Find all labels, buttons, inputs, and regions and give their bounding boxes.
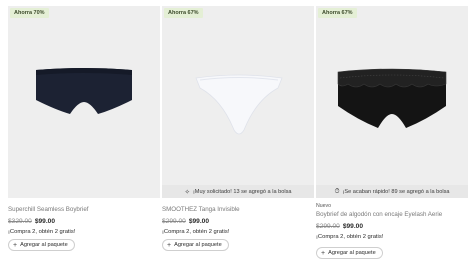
add-to-bundle-label: Agregar al paquete xyxy=(328,250,376,256)
product-title[interactable]: Superchill Seamless Boybrief xyxy=(8,206,160,214)
add-to-bundle-button[interactable]: + Agregar al paquete xyxy=(162,239,229,251)
add-to-bundle-button[interactable]: + Agregar al paquete xyxy=(316,247,383,259)
sale-price: $99.00 xyxy=(34,218,56,225)
new-tag: Nuevo xyxy=(316,203,331,209)
price-row: $329.00 $99.00 xyxy=(8,218,160,225)
product-info: Nuevo Boybrief de algodón con encaje Eye… xyxy=(316,203,468,240)
price-row: $299.00 $99.00 xyxy=(316,223,468,230)
plus-icon: + xyxy=(321,249,326,257)
product-card[interactable]: Ahorra 67% ✧ ¡Muy solicitado! 13 se agre… xyxy=(162,0,314,265)
thong-image xyxy=(195,74,283,135)
product-grid: Ahorra 70% Superchill Seamless Boybrief … xyxy=(0,0,475,265)
urgency-banner: ⏱ ¡Se acaban rápido! 89 se agregó a la b… xyxy=(316,185,468,198)
product-image[interactable]: Ahorra 67% ✧ ¡Muy solicitado! 13 se agre… xyxy=(162,6,314,198)
product-image[interactable]: Ahorra 70% xyxy=(8,6,160,198)
product-info: SMOOTHEZ Tanga Invisible $299.00 $99.00 ¡… xyxy=(162,206,314,235)
original-price: $329.00 xyxy=(8,218,32,225)
add-to-bundle-button[interactable]: + Agregar al paquete xyxy=(8,239,75,251)
product-card[interactable]: Ahorra 67% ⏱ ¡Se acaban rápido! 89 se ag… xyxy=(316,0,468,265)
plus-icon: + xyxy=(13,241,18,249)
sale-price: $99.00 xyxy=(342,223,364,230)
product-title[interactable]: Boybrief de algodón con encaje Eyelash A… xyxy=(316,211,468,219)
urgency-text: ¡Se acaban rápido! 89 se agregó a la bol… xyxy=(342,188,450,195)
timer-icon: ⏱ xyxy=(334,187,340,195)
urgency-banner: ✧ ¡Muy solicitado! 13 se agregó a la bol… xyxy=(162,185,314,198)
plus-icon: + xyxy=(167,241,172,249)
promo-text: ¡Compra 2, obtén 2 gratis! xyxy=(8,229,76,235)
discount-badge: Ahorra 67% xyxy=(318,8,357,18)
price-row: $299.00 $99.00 xyxy=(162,218,314,225)
sparkle-icon: ✧ xyxy=(184,188,190,196)
product-image[interactable]: Ahorra 67% ⏱ ¡Se acaban rápido! 89 se ag… xyxy=(316,6,468,198)
discount-badge: Ahorra 67% xyxy=(164,8,203,18)
product-info: Superchill Seamless Boybrief $329.00 $99.… xyxy=(8,206,160,235)
promo-text: ¡Compra 2, obtén 2 gratis! xyxy=(316,234,384,240)
add-to-bundle-label: Agregar al paquete xyxy=(20,242,68,248)
add-to-bundle-label: Agregar al paquete xyxy=(174,242,222,248)
discount-badge: Ahorra 70% xyxy=(10,8,49,18)
urgency-text: ¡Muy solicitado! 13 se agregó a la bolsa xyxy=(192,188,292,195)
promo-text: ¡Compra 2, obtén 2 gratis! xyxy=(162,229,230,235)
original-price: $299.00 xyxy=(316,223,340,230)
product-card[interactable]: Ahorra 70% Superchill Seamless Boybrief … xyxy=(8,0,160,265)
lace-boybrief-image xyxy=(337,68,447,128)
original-price: $299.00 xyxy=(162,218,186,225)
sale-price: $99.00 xyxy=(188,218,210,225)
boybrief-image xyxy=(36,68,132,114)
product-title[interactable]: SMOOTHEZ Tanga Invisible xyxy=(162,206,314,214)
